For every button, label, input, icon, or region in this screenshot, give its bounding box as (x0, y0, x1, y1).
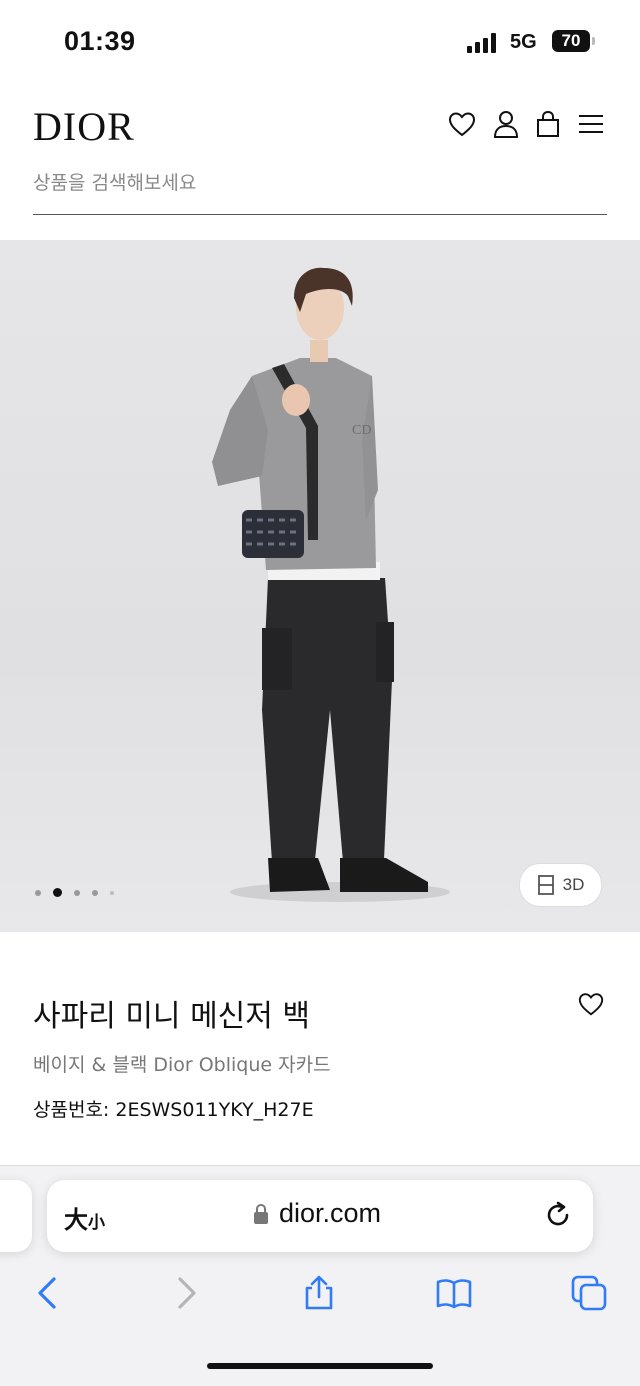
page-dot[interactable] (110, 890, 114, 895)
url-display[interactable]: dior.com (253, 1198, 381, 1229)
gallery-pagination (35, 884, 126, 898)
tabs-icon[interactable] (571, 1275, 607, 1311)
product-image[interactable]: CD (0, 240, 640, 932)
product-title: 사파리 미니 메신저 백 (33, 999, 311, 1034)
menu-icon[interactable] (577, 109, 607, 139)
model-photo: CD (212, 267, 450, 902)
page-dot[interactable] (92, 889, 98, 896)
forward-icon[interactable] (168, 1275, 204, 1311)
status-time: 01:39 (64, 26, 136, 56)
text-size-small: 小 (88, 1213, 105, 1232)
bag-icon[interactable] (533, 109, 563, 139)
page-dot[interactable] (35, 889, 41, 896)
user-icon[interactable] (491, 109, 521, 139)
page-dot[interactable] (74, 889, 80, 896)
bookmarks-icon[interactable] (436, 1275, 472, 1311)
wishlist-heart-icon[interactable] (577, 990, 605, 1018)
view-3d-button[interactable]: 3D (519, 863, 602, 907)
text-size-big: 大 (64, 1207, 88, 1234)
url-domain: dior.com (279, 1198, 382, 1228)
search-bar[interactable] (33, 168, 607, 215)
svg-text:CD: CD (352, 423, 371, 438)
dior-logo[interactable]: DIOR (33, 103, 135, 150)
lock-icon (254, 1203, 268, 1224)
signal-icon (467, 33, 496, 53)
home-indicator (207, 1363, 433, 1369)
previous-tab-card[interactable] (0, 1180, 32, 1252)
reload-icon[interactable] (543, 1200, 573, 1230)
network-type: 5G (510, 31, 537, 53)
share-icon[interactable] (301, 1275, 337, 1311)
back-icon[interactable] (30, 1275, 66, 1311)
cube-icon (537, 875, 554, 895)
text-size-button[interactable]: 大小 (64, 1200, 105, 1235)
product-reference: 상품번호: 2ESWS011YKY_H27E (33, 1099, 314, 1121)
battery-level: 70 (552, 30, 590, 52)
search-input[interactable] (33, 168, 607, 198)
view-3d-label: 3D (562, 875, 585, 894)
battery-tip (592, 37, 595, 45)
product-subtitle: 베이지 & 블랙 Dior Oblique 자카드 (33, 1054, 331, 1076)
heart-icon[interactable] (447, 109, 477, 139)
